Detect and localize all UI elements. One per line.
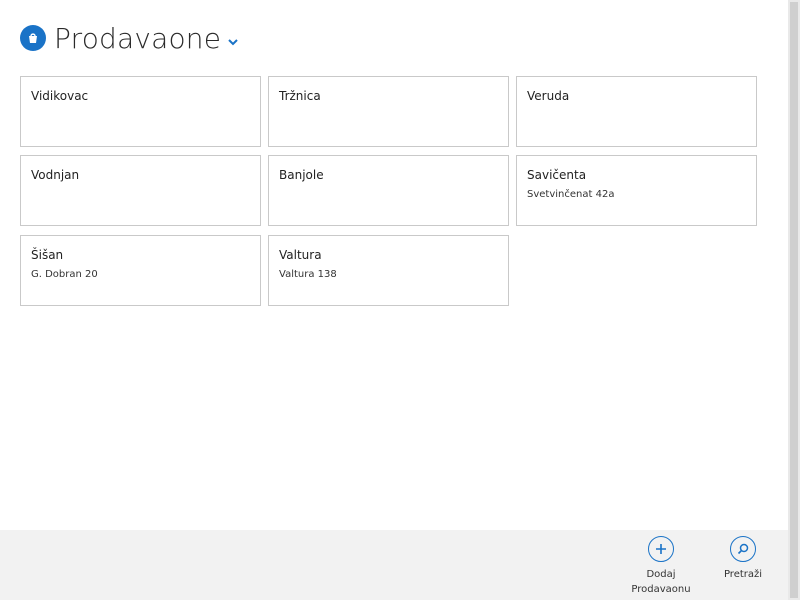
shopping-bag-icon [20,25,46,51]
plus-circle-icon [648,536,674,562]
search-button[interactable]: Pretraži [708,536,778,582]
store-tile-veruda[interactable]: Veruda [516,76,757,147]
store-tile-trznica[interactable]: Tržnica [268,76,509,147]
header: Prodavaone [20,18,239,58]
search-label: Pretraži [723,569,763,580]
store-name: Vodnjan [31,168,80,182]
vertical-scrollbar[interactable] [788,0,800,600]
store-address: G. Dobran 20 [31,269,98,280]
page-title: Prodavaone [54,21,222,55]
store-tile-valtura[interactable]: Valtura Valtura 138 [268,235,509,306]
store-name: Savičenta [527,168,587,182]
chevron-down-icon[interactable] [227,38,239,46]
store-address: Svetvinčenat 42a [527,189,615,200]
search-circle-icon [730,536,756,562]
store-name: Šišan [31,248,64,262]
add-store-label-line1: Dodaj [646,569,676,580]
store-name: Vidikovac [31,89,89,103]
store-name: Valtura [279,248,322,262]
page: Prodavaone Vidikovac Tržnica Veruda Vodn… [0,0,800,600]
store-tile-sisan[interactable]: Šišan G. Dobran 20 [20,235,261,306]
store-name: Veruda [527,89,570,103]
scrollbar-thumb[interactable] [790,2,798,598]
add-store-label-line2: Prodavaonu [631,584,691,595]
store-tile-vodnjan[interactable]: Vodnjan [20,155,261,226]
store-address: Valtura 138 [279,269,337,280]
store-name: Tržnica [279,89,321,103]
app-bar: Dodaj Prodavaonu Pretraži [0,530,788,600]
store-name: Banjole [279,168,324,182]
store-tile-vidikovac[interactable]: Vidikovac [20,76,261,147]
add-store-label: Dodaj Prodavaonu [626,567,696,597]
add-store-button[interactable]: Dodaj Prodavaonu [626,536,696,597]
store-tile-banjole[interactable]: Banjole [268,155,509,226]
store-tile-savicenta[interactable]: Savičenta Svetvinčenat 42a [516,155,757,226]
